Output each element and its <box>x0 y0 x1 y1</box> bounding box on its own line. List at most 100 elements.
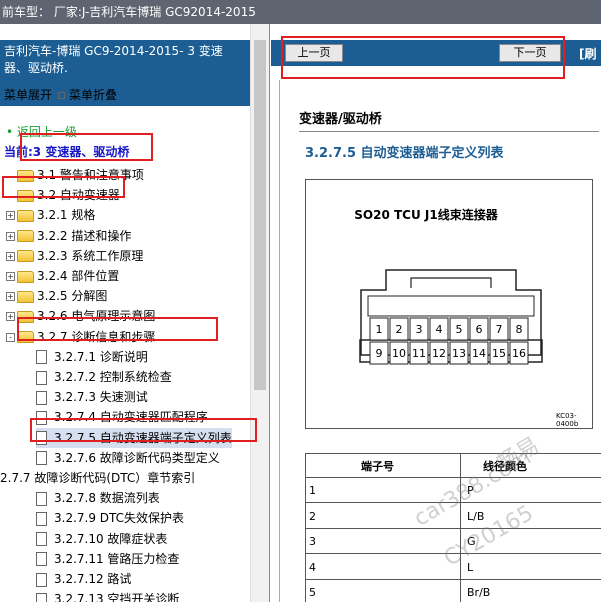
annotation-box <box>17 317 218 341</box>
annotation-box <box>20 133 153 161</box>
pin-number: 9 <box>376 347 383 360</box>
tree-item-label[interactable]: 3.2.7.2 控制系统检查 <box>54 370 172 384</box>
tree-item[interactable]: +3.2.1 规格 <box>6 205 95 225</box>
tree-item[interactable]: 3.2.7.8 数据流列表 <box>36 488 160 508</box>
table-header: 端子号 线径颜色 <box>305 453 601 478</box>
pin-number: 11 <box>412 347 426 360</box>
column-header: 端子号 <box>361 460 394 473</box>
refresh-link[interactable]: [刷 <box>579 45 597 62</box>
menu-expand-button[interactable]: 菜单展开 <box>4 88 52 102</box>
annotation-box <box>2 176 125 198</box>
pin-number: 1 <box>376 323 383 336</box>
pin-number: 13 <box>452 347 466 360</box>
tree-item-label[interactable]: 3.2.7.6 故障诊断代码类型定义 <box>54 451 220 465</box>
expand-icon[interactable]: + <box>6 211 15 221</box>
tree-scrollbar[interactable] <box>250 24 269 602</box>
pin-number: 8 <box>516 323 523 336</box>
tree-item[interactable]: 3.2.7.9 DTC失效保护表 <box>36 508 184 528</box>
tree-item-label[interactable]: 3.2.4 部件位置 <box>37 269 119 283</box>
pin-number: 10 <box>392 347 406 360</box>
expand-icon[interactable]: + <box>6 292 15 302</box>
pin-number: 3 <box>416 323 423 336</box>
tree-item-label[interactable]: 3.2.7.8 数据流列表 <box>54 491 160 505</box>
annotation-box <box>281 36 565 79</box>
terminal-number: 4 <box>309 560 316 574</box>
tree-item[interactable]: 3.2.7.12 路试 <box>36 569 131 589</box>
arrow-left-icon: • <box>6 125 14 139</box>
annotation-box <box>30 418 257 442</box>
tree-item-label[interactable]: 2.7.7 故障诊断代码(DTC）章节索引 <box>0 471 195 485</box>
section-title: 变速器/驱动桥 <box>299 112 382 127</box>
tree-item[interactable]: 3.2.7.1 诊断说明 <box>36 347 148 367</box>
vehicle-title-bar: 前车型： 厂家:J-吉利汽车博瑞 GC92014-2015 <box>0 0 601 24</box>
tree-item[interactable]: 3.2.7.6 故障诊断代码类型定义 <box>36 448 220 468</box>
tree-item[interactable]: 3.2.7.10 故障症状表 <box>36 529 167 549</box>
document-icon <box>36 532 47 547</box>
tree-item-label[interactable]: 3.2.5 分解图 <box>37 289 107 303</box>
expand-icon[interactable]: + <box>6 312 15 322</box>
table-grid-line <box>305 453 306 602</box>
menu-collapse-button[interactable]: 菜单折叠 <box>69 88 117 102</box>
pin-number: 4 <box>436 323 443 336</box>
tree-item-label[interactable]: 3.2.7.1 诊断说明 <box>54 350 148 364</box>
tree-item[interactable]: +3.2.3 系统工作原理 <box>6 246 143 266</box>
folder-icon <box>17 270 34 283</box>
pin-number: 2 <box>396 323 403 336</box>
folder-icon <box>17 250 34 263</box>
tree-item[interactable]: +3.2.2 描述和操作 <box>6 226 131 246</box>
expand-icon[interactable]: + <box>6 251 15 261</box>
document-icon <box>36 552 47 567</box>
tree-item[interactable]: +3.2.5 分解图 <box>6 286 107 306</box>
tree-item-label[interactable]: 3.2.7.11 管路压力检查 <box>54 552 179 566</box>
menu-tools: 菜单展开 菜单折叠 <box>0 85 250 105</box>
collapse-icon[interactable]: - <box>6 332 15 342</box>
terminal-number: 3 <box>309 535 316 548</box>
tree-item-label[interactable]: 3.2.2 描述和操作 <box>37 229 131 243</box>
connector-diagram: 1 2 3 4 5 6 7 89 10 11 12 13 14 15 16 <box>359 269 543 365</box>
tree-item-label[interactable]: 3.2.7.12 路试 <box>54 572 131 586</box>
wire-color: Br/B <box>467 586 491 599</box>
tree-item[interactable]: 3.2.7.13 空挡开关诊断 <box>36 589 179 602</box>
table-grid-line <box>460 453 461 602</box>
navigation-panel: 吉利汽车-博瑞 GC9-2014-2015- 3 变速器、驱动桥. 菜单展开 菜单… <box>0 24 270 602</box>
terminal-number: 2 <box>309 509 316 523</box>
expand-icon[interactable]: + <box>6 272 15 281</box>
tree-item-label[interactable]: 3.2.1 规格 <box>37 208 95 222</box>
tree-item-label[interactable]: 3.2.3 系统工作原理 <box>37 249 143 263</box>
page-heading: 3.2.7.5 自动变速器端子定义列表 <box>305 146 504 161</box>
tree-item-label[interactable]: 3.2.7.3 失速测试 <box>54 390 148 404</box>
document-panel: 上一页 下一页 [刷 变速器/驱动桥 3.2.7.5 自动变速器端子定义列表 S… <box>271 24 601 602</box>
expand-icon[interactable]: + <box>6 231 15 241</box>
tree-item-label[interactable]: 3.2.7.10 故障症状表 <box>54 532 167 546</box>
document-icon <box>36 511 47 526</box>
terminal-number: 5 <box>309 586 316 599</box>
tree-item[interactable]: +3.2.4 部件位置 <box>6 266 119 286</box>
divider <box>299 131 599 132</box>
document-page: 变速器/驱动桥 3.2.7.5 自动变速器端子定义列表 SO20 TCU J1线… <box>279 80 601 602</box>
scroll-thumb[interactable] <box>254 40 266 390</box>
tree-item[interactable]: 2.7.7 故障诊断代码(DTC）章节索引 <box>0 468 195 488</box>
document-icon <box>36 390 47 405</box>
pin-number: 12 <box>432 347 446 360</box>
folder-icon <box>17 290 34 303</box>
document-icon <box>36 370 47 385</box>
table-row: 5 Br/B <box>305 580 601 602</box>
tree-item-label[interactable]: 3.2.7.9 DTC失效保护表 <box>54 511 184 525</box>
pin-number: 5 <box>456 323 463 336</box>
tree-item[interactable]: 3.2.7.2 控制系统检查 <box>36 367 172 387</box>
folder-icon <box>17 230 34 243</box>
document-icon <box>36 592 47 602</box>
document-icon <box>36 491 47 506</box>
terminal-number: 1 <box>309 484 316 497</box>
pin-number: 7 <box>496 323 503 336</box>
document-icon <box>36 350 47 365</box>
connector-figure: SO20 TCU J1线束连接器 1 2 3 4 5 6 7 8 9 10 11 12 13 14 15 16… <box>305 179 593 429</box>
tree-item-label[interactable]: 3.2.7.13 空挡开关诊断 <box>54 592 179 602</box>
pin-number: 6 <box>476 323 483 336</box>
tree-item[interactable]: 3.2.7.3 失速测试 <box>36 387 148 407</box>
tree-item[interactable]: 3.2.7.11 管路压力检查 <box>36 549 179 569</box>
document-icon <box>36 451 47 466</box>
pin-number: 16 <box>512 347 526 360</box>
figure-code: KC03-0400b <box>556 412 579 428</box>
connector-pins: 1 2 3 4 5 6 7 89 10 11 12 13 14 15 16 <box>369 317 529 365</box>
